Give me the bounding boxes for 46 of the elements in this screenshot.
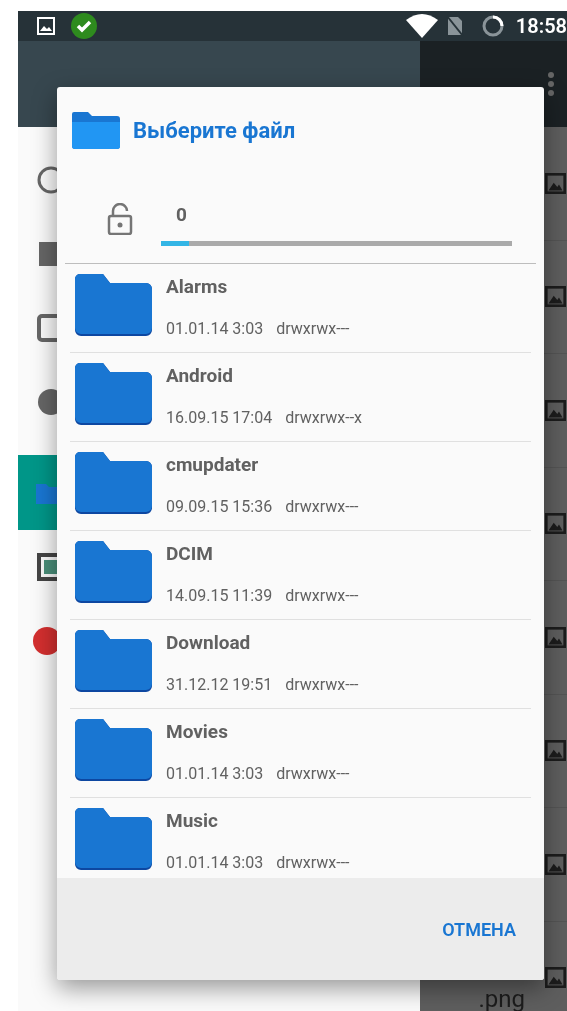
folder-name: Music xyxy=(166,808,219,834)
dialog-title: Выберите файл xyxy=(133,116,296,145)
folder-name: cmupdater xyxy=(166,452,260,478)
folder-icon xyxy=(75,452,152,515)
permissions: drwxrwx--- xyxy=(285,674,359,696)
folder-row[interactable]: Download 31.12.12 19:51 drwxrwx--- xyxy=(70,620,531,709)
path-segment[interactable]: 0 xyxy=(161,203,195,227)
folder-name: Download xyxy=(166,630,252,656)
permissions: drwxrwx--- xyxy=(285,496,359,518)
loading-circle-icon xyxy=(481,15,504,37)
folder-row[interactable]: DCIM 14.09.15 11:39 drwxrwx--- xyxy=(70,531,531,620)
folder-icon xyxy=(72,111,120,149)
permissions: drwxrwx--- xyxy=(276,852,350,874)
folder-icon xyxy=(36,481,60,504)
folder-name: Movies xyxy=(166,719,229,745)
modified-date: 01.01.14 3:03 xyxy=(166,852,264,874)
folder-row[interactable]: Android 16.09.15 17:04 drwxrwx--x xyxy=(70,353,531,442)
modified-date: 01.01.14 3:03 xyxy=(166,763,264,785)
folder-icon xyxy=(75,274,152,337)
folder-icon xyxy=(75,363,152,426)
folder-row[interactable]: cmupdater 09.09.15 15:36 drwxrwx--- xyxy=(70,442,531,531)
folder-icon xyxy=(75,541,152,604)
cancel-button[interactable]: ОТМЕНА xyxy=(434,907,524,951)
folder-name: Alarms xyxy=(166,274,229,300)
modified-date: 31.12.12 19:51 xyxy=(166,674,273,696)
folder-name: DCIM xyxy=(166,541,214,567)
folder-icon xyxy=(75,630,152,693)
modified-date: 09.09.15 15:36 xyxy=(166,496,273,518)
permissions: drwxrwx--- xyxy=(276,318,350,340)
folder-icon xyxy=(75,808,152,871)
modified-date: 16.09.15 17:04 xyxy=(166,407,273,429)
modified-date: 14.09.15 11:39 xyxy=(166,585,273,607)
wifi-icon xyxy=(405,14,438,38)
permissions: drwxrwx--x xyxy=(285,407,363,429)
permissions: drwxrwx--- xyxy=(276,763,350,785)
no-sim-icon xyxy=(445,15,464,37)
folder-name: Android xyxy=(166,363,234,389)
permissions: drwxrwx--- xyxy=(285,585,359,607)
folder-row[interactable]: Alarms 01.01.14 3:03 drwxrwx--- xyxy=(70,264,531,353)
more-icon xyxy=(547,71,555,97)
modified-date: 01.01.14 3:03 xyxy=(166,318,264,340)
folder-icon xyxy=(75,719,152,782)
unlocked-padlock-icon xyxy=(107,203,133,235)
clock-time: 18:58 xyxy=(515,13,567,40)
check-circle-icon xyxy=(70,12,98,40)
folder-row[interactable]: Movies 01.01.14 3:03 drwxrwx--- xyxy=(70,709,531,798)
